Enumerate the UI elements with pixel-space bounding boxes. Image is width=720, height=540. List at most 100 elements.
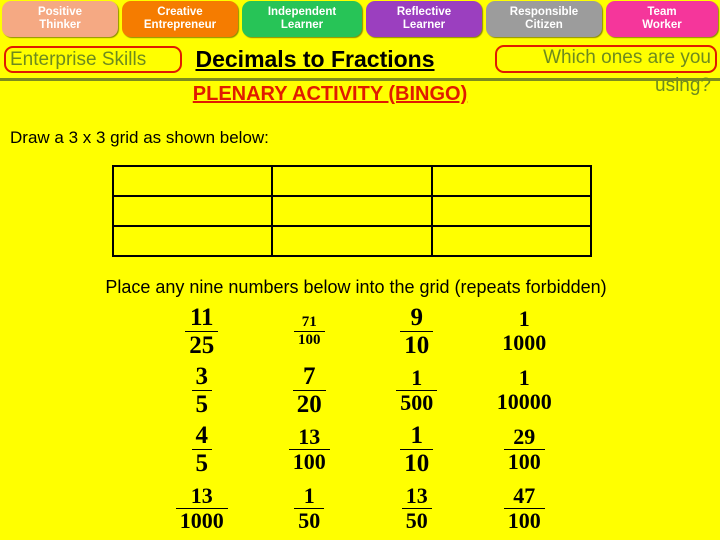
skill-tab-creative-entrepreneur[interactable]: Creative Entrepreneur <box>122 1 238 37</box>
fraction-13-over-1000: 13 1000 <box>175 484 228 533</box>
page-title: Decimals to Fractions <box>195 46 435 72</box>
instruction-place-numbers: Place any nine numbers below into the gr… <box>105 277 607 297</box>
fraction-denominator: 10 <box>404 450 430 477</box>
fraction-cell[interactable]: 13 100 <box>256 420 364 479</box>
fraction-cell[interactable]: 9 10 <box>363 302 471 361</box>
fraction-denominator: 5 <box>195 391 209 418</box>
fraction-cell[interactable]: 7 20 <box>256 361 364 420</box>
fraction-denominator: 1000 <box>179 507 224 533</box>
fraction-1-over-500: 1 500 <box>396 366 438 415</box>
fraction-7-over-20: 7 20 <box>292 364 326 418</box>
skill-tab-reflective-learner[interactable]: Reflective Learner <box>366 1 482 37</box>
fraction-denominator: 10 <box>404 332 430 359</box>
fraction-numerator: 13 <box>401 484 432 509</box>
fraction-numerator: 1 <box>396 366 438 391</box>
fraction-1-over-1000: 1 1000 <box>498 308 550 354</box>
fraction-numerator: 1 <box>518 306 530 331</box>
fraction-numerator: 9 <box>400 305 434 332</box>
fraction-cell[interactable]: 1 10 <box>363 420 471 479</box>
skill-tab-label-line1: Positive <box>37 6 83 18</box>
fraction-cell[interactable]: 45 <box>148 420 256 479</box>
fraction-3-over-5: 35 <box>191 364 212 418</box>
fraction-numerator: 11 <box>185 305 219 332</box>
fraction-numerator: 71 <box>294 314 325 332</box>
fraction-cell[interactable]: 1 1000 <box>471 302 579 361</box>
fraction-1-over-10: 1 10 <box>400 423 434 477</box>
fraction-row: 13 1000 1 50 13 50 47 100 <box>148 479 578 538</box>
fraction-numerator: 7 <box>292 364 326 391</box>
fraction-cell[interactable]: 1 500 <box>363 361 471 420</box>
skill-tab-label-line2: Citizen <box>525 19 563 31</box>
fraction-1-over-10000: 1 10000 <box>493 367 556 413</box>
fraction-cell[interactable]: 1 50 <box>256 479 364 538</box>
fraction-numerator: 1 <box>400 423 434 450</box>
bingo-grid[interactable] <box>111 165 593 257</box>
fraction-13-over-50: 13 50 <box>401 484 432 533</box>
skill-tab-positive-thinker[interactable]: Positive Thinker <box>2 1 118 37</box>
fraction-cell[interactable]: 13 1000 <box>148 479 256 538</box>
fraction-11-over-25: 11 25 <box>185 305 219 359</box>
bingo-grid-cell[interactable] <box>111 195 274 227</box>
skill-tab-label-line1: Reflective <box>396 6 452 18</box>
bingo-grid-cell[interactable] <box>430 195 593 227</box>
fraction-denominator: 1000 <box>502 330 547 355</box>
skill-tab-label-line1: Responsible <box>509 6 579 18</box>
bingo-grid-cell[interactable] <box>271 165 433 197</box>
bingo-grid-row <box>111 225 593 257</box>
skill-tab-label-line1: Independent <box>267 6 337 18</box>
fraction-row: 4 5 13 100 1 10 29 100 <box>148 420 578 479</box>
fraction-9-over-10: 9 10 <box>400 305 434 359</box>
fraction-cell[interactable]: 11 25 <box>148 302 256 361</box>
enterprise-skills-label: Enterprise Skills <box>10 49 147 70</box>
fraction-denominator: 50 <box>405 507 428 533</box>
fraction-denominator: 20 <box>296 391 322 418</box>
skill-tab-label-line2: Learner <box>280 19 324 31</box>
fraction-cell[interactable]: 13 50 <box>363 479 471 538</box>
skill-tab-label-line2: Entrepreneur <box>143 19 217 31</box>
fraction-numerator: 1 <box>518 365 530 390</box>
fraction-cell[interactable]: 71 100 <box>256 302 364 361</box>
bingo-grid-cell[interactable] <box>271 195 433 227</box>
fraction-denominator: 50 <box>298 507 321 533</box>
which-ones-line2: using? <box>655 75 711 96</box>
fraction-denominator: 100 <box>507 448 541 474</box>
fraction-29-over-100: 29 100 <box>503 425 545 474</box>
fraction-row: 11 25 71 100 9 10 1 1000 <box>148 302 578 361</box>
bingo-grid-cell[interactable] <box>111 165 274 197</box>
fraction-cell[interactable]: 47 100 <box>471 479 579 538</box>
fraction-numerator: 3 <box>191 364 212 391</box>
skill-tab-label-line2: Thinker <box>39 19 81 31</box>
fraction-options-table: 11 25 71 100 9 10 1 1000 3 5 7 20 1 500 1 10000 4 5 13 100 1… <box>148 302 578 538</box>
bingo-grid-cell[interactable] <box>111 225 274 257</box>
skill-tab-label-line2: Learner <box>402 19 446 31</box>
fraction-cell[interactable]: 1 10000 <box>471 361 579 420</box>
fraction-denominator: 25 <box>189 332 215 359</box>
fraction-4-over-5: 45 <box>191 423 212 477</box>
skill-tab-label-line2: Worker <box>642 19 682 31</box>
bingo-grid-row <box>111 165 593 197</box>
skill-tab-label-line1: Creative <box>157 6 203 18</box>
fraction-numerator: 13 <box>175 484 228 509</box>
fraction-numerator: 1 <box>294 484 325 509</box>
fraction-cell[interactable]: 29 100 <box>471 420 579 479</box>
skill-tab-independent-learner[interactable]: Independent Learner <box>242 1 362 37</box>
bingo-grid-cell[interactable] <box>430 165 593 197</box>
fraction-numerator: 47 <box>503 484 545 509</box>
fraction-denominator: 10000 <box>496 389 552 414</box>
fraction-1-over-50: 1 50 <box>294 484 325 533</box>
fraction-numerator: 29 <box>503 425 545 450</box>
skill-tab-responsible-citizen[interactable]: Responsible Citizen <box>486 1 602 37</box>
fraction-denominator: 100 <box>298 331 321 348</box>
bingo-grid-cell[interactable] <box>271 225 433 257</box>
fraction-cell[interactable]: 35 <box>148 361 256 420</box>
fraction-denominator: 100 <box>507 507 541 533</box>
fraction-71-over-100: 71 100 <box>294 314 325 348</box>
skill-tab-team-worker[interactable]: Team Worker <box>606 1 718 37</box>
fraction-numerator: 13 <box>288 425 330 450</box>
fraction-denominator: 500 <box>400 389 434 415</box>
bingo-grid-cell[interactable] <box>430 225 593 257</box>
which-ones-line1: Which ones are you <box>543 47 711 68</box>
fraction-13-over-100: 13 100 <box>288 425 330 473</box>
fraction-denominator: 5 <box>195 450 209 477</box>
fraction-row: 3 5 7 20 1 500 1 10000 <box>148 361 578 420</box>
